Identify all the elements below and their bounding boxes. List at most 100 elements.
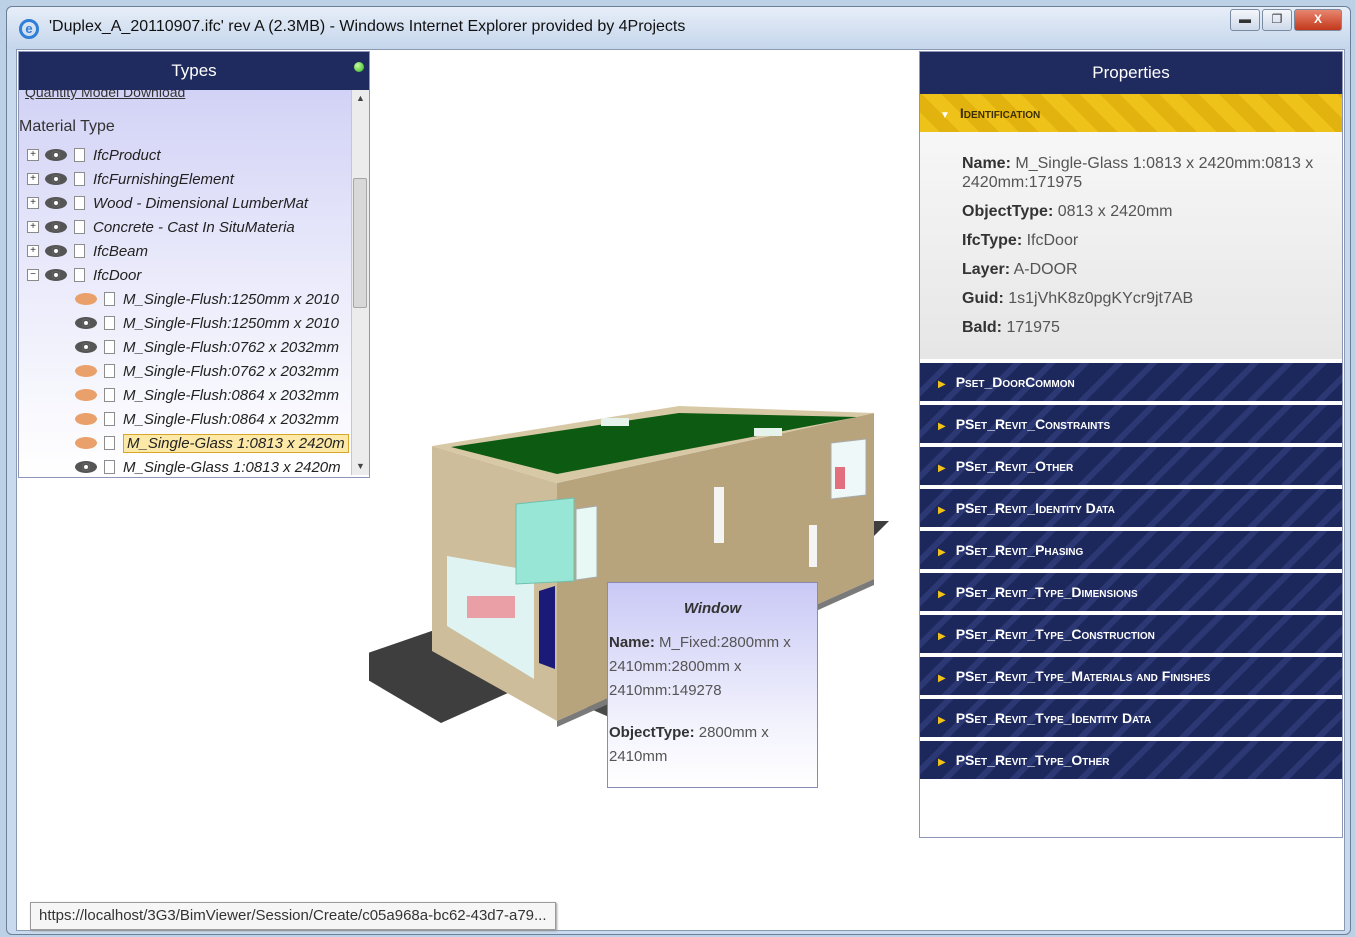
eye-visible-icon[interactable] — [45, 245, 67, 257]
eye-hidden-icon[interactable] — [75, 365, 97, 377]
property-key: Guid: — [962, 290, 1004, 307]
tree-item[interactable]: M_Single-Flush:1250mm x 2010 — [75, 312, 339, 334]
document-icon — [104, 316, 115, 330]
tree-item[interactable]: + IfcFurnishingElement — [27, 168, 234, 190]
tree-item[interactable]: + Wood - Dimensional LumberMat — [27, 192, 308, 214]
eye-hidden-icon[interactable] — [75, 293, 97, 305]
property-set-header[interactable]: ▶ PSet_Revit_Type_Dimensions — [920, 573, 1342, 611]
tooltip-name: Name: M_Fixed:2800mm x 2410mm:2800mm x 2… — [609, 631, 817, 703]
expand-toggle-icon[interactable]: + — [27, 149, 39, 161]
property-set-header[interactable]: ▶ PSet_Revit_Phasing — [920, 531, 1342, 569]
page-content: Types Quantity Model Download Material T… — [16, 49, 1345, 931]
eye-visible-icon[interactable] — [75, 317, 97, 329]
tree-item[interactable]: M_Single-Flush:0762 x 2032mm — [75, 360, 339, 382]
tree-item[interactable]: M_Single-Flush:1250mm x 2010 — [75, 288, 339, 310]
expand-toggle-icon[interactable]: + — [27, 173, 39, 185]
property-set-header[interactable]: ▶ Pset_DoorCommon — [920, 363, 1342, 401]
property-set-title: PSet_Revit_Constraints — [955, 416, 1111, 432]
property-set-header[interactable]: ▶ PSet_Revit_Type_Other — [920, 741, 1342, 779]
tree-item[interactable]: + IfcProduct — [27, 144, 161, 166]
property-key: ObjectType: — [962, 203, 1054, 220]
model-viewport[interactable] — [339, 51, 917, 929]
eye-visible-icon[interactable] — [45, 197, 67, 209]
property-set-header[interactable]: ▶ PSet_Revit_Constraints — [920, 405, 1342, 443]
scroll-down-icon[interactable]: ▼ — [352, 458, 369, 475]
expand-icon: ▶ — [938, 379, 946, 390]
upper-window — [515, 497, 575, 585]
types-tree: Quantity Model Download Material Type + I… — [19, 90, 351, 475]
tooltip-type-key: ObjectType: — [609, 724, 695, 741]
tree-item[interactable]: + IfcBeam — [27, 240, 148, 262]
expand-icon: ▶ — [938, 463, 946, 474]
tooltip-name-key: Name: — [609, 634, 655, 651]
minimize-button[interactable]: ▬ — [1230, 9, 1260, 31]
eye-visible-icon[interactable] — [45, 269, 67, 281]
identification-section-header[interactable]: ▼ Identification — [920, 94, 1342, 132]
property-set-header[interactable]: ▶ PSet_Revit_Type_Materials and Finishes — [920, 657, 1342, 695]
eye-hidden-icon[interactable] — [75, 437, 97, 449]
eye-hidden-icon[interactable] — [75, 413, 97, 425]
property-row: Name: M_Single-Glass 1:0813 x 2420mm:081… — [962, 154, 1332, 192]
tree-item[interactable]: M_Single-Flush:0864 x 2032mm — [75, 408, 339, 430]
eye-visible-icon[interactable] — [75, 341, 97, 353]
eye-hidden-icon[interactable] — [75, 389, 97, 401]
expand-toggle-icon[interactable]: + — [27, 245, 39, 257]
document-icon — [104, 436, 115, 450]
tree-item[interactable]: M_Single-Glass 1:0813 x 2420m — [75, 432, 349, 454]
window-controls: ▬ ❐ X — [1228, 9, 1342, 31]
tree-item[interactable]: M_Single-Glass 1:0813 x 2420m — [75, 456, 341, 475]
scroll-up-icon[interactable]: ▲ — [352, 90, 369, 107]
material-type-label: Material Type — [19, 118, 115, 135]
close-button[interactable]: X — [1294, 9, 1342, 31]
hover-tooltip: Window Name: M_Fixed:2800mm x 2410mm:280… — [607, 582, 818, 788]
document-icon — [104, 388, 115, 402]
property-set-title: Pset_DoorCommon — [955, 374, 1075, 390]
property-set-header[interactable]: ▶ PSet_Revit_Other — [920, 447, 1342, 485]
eye-visible-icon[interactable] — [45, 149, 67, 161]
document-icon — [104, 460, 115, 474]
eye-visible-icon[interactable] — [45, 221, 67, 233]
expand-toggle-icon[interactable]: + — [27, 197, 39, 209]
types-scrollbar[interactable]: ▲ ▼ — [351, 90, 369, 475]
tree-item-label: M_Single-Glass 1:0813 x 2420m — [123, 458, 341, 476]
slot-window — [809, 525, 817, 567]
document-icon — [104, 364, 115, 378]
property-set-title: PSet_Revit_Type_Identity Data — [955, 710, 1152, 726]
skylight — [754, 428, 782, 436]
eye-visible-icon[interactable] — [45, 173, 67, 185]
document-icon — [74, 148, 85, 162]
collapse-icon: ▼ — [940, 110, 950, 121]
download-link[interactable]: Quantity Model Download — [25, 90, 185, 100]
document-icon — [104, 292, 115, 306]
property-set-title: PSet_Revit_Type_Materials and Finishes — [955, 668, 1211, 684]
property-set-header[interactable]: ▶ PSet_Revit_Identity Data — [920, 489, 1342, 527]
property-row: Guid: 1s1jVhK8z0pgKYcr9jt7AB — [962, 289, 1332, 308]
door — [539, 586, 555, 669]
expand-toggle-icon[interactable]: + — [27, 221, 39, 233]
property-set-header[interactable]: ▶ PSet_Revit_Type_Construction — [920, 615, 1342, 653]
slot-window — [714, 487, 724, 543]
property-value: IfcDoor — [1026, 232, 1079, 249]
maximize-button[interactable]: ❐ — [1262, 9, 1292, 31]
eye-visible-icon[interactable] — [75, 461, 97, 473]
tree-item[interactable]: − IfcDoor — [27, 264, 141, 286]
expand-icon: ▶ — [938, 421, 946, 432]
scroll-thumb[interactable] — [353, 178, 367, 308]
types-header: Types — [19, 52, 369, 90]
identification-details: Name: M_Single-Glass 1:0813 x 2420mm:081… — [920, 132, 1342, 359]
status-dot-icon — [354, 62, 364, 72]
document-icon — [104, 340, 115, 354]
building-model[interactable] — [339, 51, 917, 929]
tree-item[interactable]: M_Single-Flush:0864 x 2032mm — [75, 384, 339, 406]
tree-item-label: IfcFurnishingElement — [93, 170, 234, 188]
tree-item[interactable]: + Concrete - Cast In SituMateria — [27, 216, 295, 238]
furniture — [835, 467, 845, 489]
expand-icon: ▶ — [938, 757, 946, 768]
expand-toggle-icon[interactable]: − — [27, 269, 39, 281]
identification-title: Identification — [959, 105, 1041, 121]
upper-window — [575, 505, 598, 581]
tree-item[interactable]: M_Single-Flush:0762 x 2032mm — [75, 336, 339, 358]
expand-icon: ▶ — [938, 673, 946, 684]
tree-item-label: M_Single-Flush:1250mm x 2010 — [123, 314, 339, 332]
property-set-header[interactable]: ▶ PSet_Revit_Type_Identity Data — [920, 699, 1342, 737]
